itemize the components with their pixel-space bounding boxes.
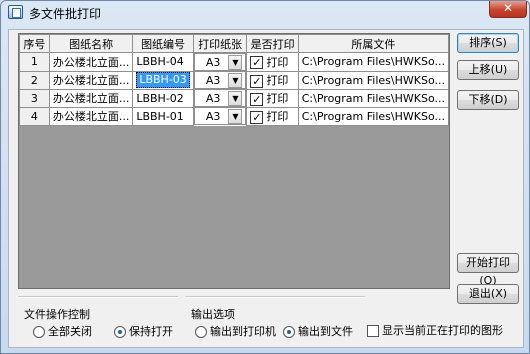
file-table: 序号 图纸名称 图纸编号 打印纸张 是否打印 所属文件 1 办公楼北立面... … <box>19 34 449 126</box>
chevron-down-icon[interactable]: ▼ <box>228 90 243 106</box>
drawing-code-cell[interactable]: LBBH-01 <box>132 106 194 126</box>
print-app-icon <box>8 5 23 19</box>
print-label: 打印 <box>266 110 289 123</box>
drawing-name-cell[interactable]: 办公楼北立面... <box>48 88 134 108</box>
chevron-down-icon[interactable]: ▼ <box>228 72 243 88</box>
drawing-code-cell-selected[interactable]: LBBH-03 <box>132 70 194 90</box>
paper-value: A3 <box>205 73 221 87</box>
row-index-cell: 4 <box>19 106 50 126</box>
row-index-cell: 3 <box>19 88 50 108</box>
column-header-index[interactable]: 序号 <box>19 34 50 53</box>
file-control-label: 文件操作控制 <box>24 308 90 321</box>
column-header-name[interactable]: 图纸名称 <box>48 34 134 53</box>
selected-code-text: LBBH-03 <box>136 72 190 88</box>
output-printer-radio[interactable]: 输出到打印机 <box>195 323 276 339</box>
paper-value: A3 <box>205 91 221 105</box>
table-row-selected[interactable]: 2 办公楼北立面... LBBH-03 A3 ▼ ✓ 打印 C:\Program … <box>19 70 449 90</box>
checkmark-icon[interactable]: ✓ <box>250 110 264 124</box>
paper-value: A3 <box>205 55 221 69</box>
checkmark-icon[interactable]: ✓ <box>250 74 264 88</box>
radio-selected-icon <box>114 326 126 338</box>
file-path-cell[interactable]: C:\Program Files\HWKSo... <box>297 106 449 126</box>
file-path-cell[interactable]: C:\Program Files\HWKSo... <box>297 88 449 108</box>
radio-icon <box>33 326 45 338</box>
output-file-label: 输出到文件 <box>298 325 353 338</box>
chevron-down-icon[interactable]: ▼ <box>228 108 243 124</box>
drawing-code-cell[interactable]: LBBH-02 <box>132 88 194 108</box>
chevron-down-icon[interactable]: ▼ <box>228 54 243 70</box>
print-toggle-cell[interactable]: ✓ 打印 <box>246 52 299 72</box>
close-all-label: 全部关闭 <box>48 325 92 338</box>
drawing-name-cell[interactable]: 办公楼北立面... <box>48 106 134 126</box>
move-up-button[interactable]: 上移(U) <box>457 60 519 80</box>
table-row[interactable]: 4 办公楼北立面... LBBH-01 A3 ▼ ✓ 打印 C:\Program … <box>19 106 449 126</box>
paper-select[interactable]: A3 ▼ <box>193 71 247 89</box>
checkmark-icon[interactable]: ✓ <box>250 56 264 70</box>
sort-button[interactable]: 排序(S) <box>457 33 519 53</box>
table-row[interactable]: 1 办公楼北立面... LBBH-04 A3 ▼ ✓ 打印 C:\Program … <box>19 52 449 72</box>
output-divider <box>185 296 365 298</box>
print-toggle-cell[interactable]: ✓ 打印 <box>246 88 299 108</box>
output-printer-label: 输出到打印机 <box>210 325 276 338</box>
table-header-row: 序号 图纸名称 图纸编号 打印纸张 是否打印 所属文件 <box>19 34 449 53</box>
paper-select[interactable]: A3 ▼ <box>193 107 247 125</box>
print-toggle-cell[interactable]: ✓ 打印 <box>246 70 299 90</box>
paper-value: A3 <box>205 109 221 123</box>
paper-select[interactable]: A3 ▼ <box>193 53 247 71</box>
show-current-label: 显示当前正在打印的图形 <box>382 324 503 337</box>
output-file-radio[interactable]: 输出到文件 <box>283 323 353 339</box>
dialog-body: 序号 图纸名称 图纸编号 打印纸张 是否打印 所属文件 1 办公楼北立面... … <box>8 29 524 348</box>
radio-selected-icon <box>283 326 295 338</box>
print-label: 打印 <box>266 74 289 87</box>
dialog-window: 多文件批打印 ✕ 序号 图纸名称 图纸编号 打印纸张 是否打印 所属文件 1 办… <box>0 0 530 354</box>
window-title: 多文件批打印 <box>29 7 102 21</box>
drawing-name-cell[interactable]: 办公楼北立面... <box>48 70 134 90</box>
drawing-name-cell[interactable]: 办公楼北立面... <box>48 52 134 72</box>
print-label: 打印 <box>266 92 289 105</box>
paper-select[interactable]: A3 ▼ <box>193 89 247 107</box>
column-header-paper[interactable]: 打印纸张 <box>192 34 248 53</box>
row-index-cell: 1 <box>19 52 50 72</box>
file-control-divider <box>18 296 178 298</box>
title-bar[interactable]: 多文件批打印 ✕ <box>1 1 529 23</box>
table-row[interactable]: 3 办公楼北立面... LBBH-02 A3 ▼ ✓ 打印 C:\Program … <box>19 88 449 108</box>
keep-open-label: 保持打开 <box>129 325 173 338</box>
checkbox-icon <box>367 325 379 337</box>
print-toggle-cell[interactable]: ✓ 打印 <box>246 106 299 126</box>
close-all-radio[interactable]: 全部关闭 <box>33 323 92 339</box>
checkmark-icon[interactable]: ✓ <box>250 92 264 106</box>
column-header-code[interactable]: 图纸编号 <box>132 34 194 53</box>
file-path-cell[interactable]: C:\Program Files\HWKSo... <box>297 70 449 90</box>
move-down-button[interactable]: 下移(D) <box>457 90 519 110</box>
start-print-button[interactable]: 开始打印(O) <box>457 253 519 287</box>
radio-icon <box>195 326 207 338</box>
show-current-checkbox[interactable]: 显示当前正在打印的图形 <box>367 322 503 338</box>
file-grid: 序号 图纸名称 图纸编号 打印纸张 是否打印 所属文件 1 办公楼北立面... … <box>18 33 450 289</box>
print-label: 打印 <box>266 55 289 69</box>
exit-button[interactable]: 退出(X) <box>457 284 519 304</box>
file-path-cell[interactable]: C:\Program Files\HWKSo... <box>297 52 449 72</box>
row-index-cell: 2 <box>19 70 50 90</box>
drawing-code-cell[interactable]: LBBH-04 <box>132 52 194 72</box>
keep-open-radio[interactable]: 保持打开 <box>114 323 173 339</box>
output-options-label: 输出选项 <box>191 308 235 321</box>
column-header-file[interactable]: 所属文件 <box>297 34 449 53</box>
column-header-print[interactable]: 是否打印 <box>246 34 299 53</box>
close-button[interactable]: ✕ <box>489 1 527 18</box>
